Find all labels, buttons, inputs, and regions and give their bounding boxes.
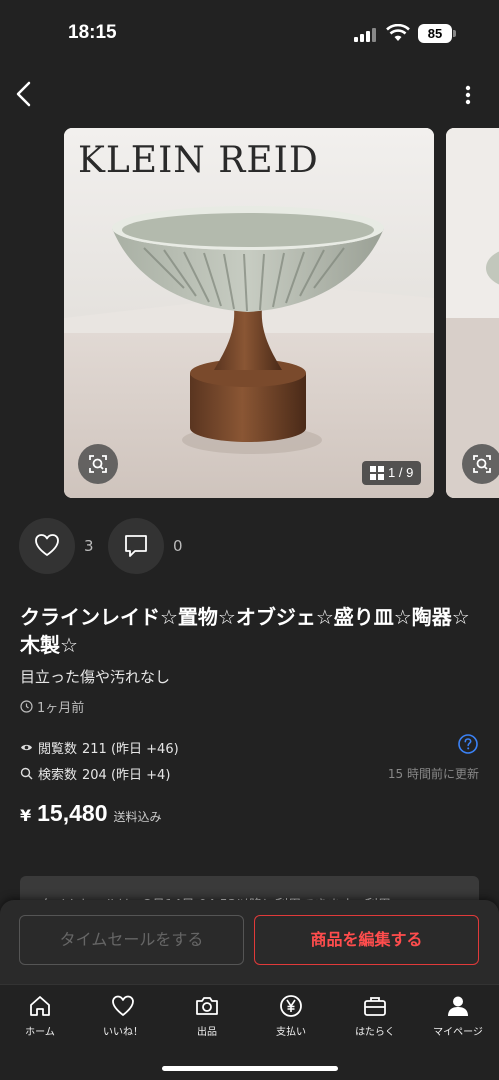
brand-watermark: KLEIN REID bbox=[78, 140, 319, 181]
shipping-included: 送料込み bbox=[113, 810, 162, 824]
eye-icon bbox=[21, 744, 32, 751]
comment-count: 0 bbox=[173, 537, 183, 555]
status-time: 18:15 bbox=[68, 22, 117, 43]
views-value: 211 (昨日 +46) bbox=[82, 742, 179, 757]
more-options-icon[interactable] bbox=[454, 80, 482, 110]
briefcase-icon bbox=[364, 997, 386, 1016]
view-count: 閲覧数 211 (昨日 +46) bbox=[20, 738, 179, 757]
help-icon[interactable] bbox=[458, 734, 478, 754]
image-search-icon bbox=[89, 455, 107, 473]
tab-work-label: はたらく bbox=[355, 1027, 395, 1038]
wifi-icon bbox=[386, 24, 410, 41]
tab-mypage[interactable]: マイページ bbox=[416, 993, 499, 1038]
person-icon bbox=[448, 996, 468, 1016]
camera-icon bbox=[196, 997, 218, 1015]
cellular-signal-icon bbox=[354, 28, 376, 42]
price-amount: 15,480 bbox=[37, 800, 108, 826]
back-arrow-icon[interactable] bbox=[10, 78, 40, 110]
image-carousel[interactable]: KLEIN REID 1 / 9 bbox=[0, 128, 499, 500]
views-label: 閲覧数 bbox=[38, 742, 78, 757]
comment-icon bbox=[125, 535, 147, 557]
updated-time: 15 時間前に更新 bbox=[387, 767, 479, 781]
price-currency: ¥ bbox=[20, 806, 32, 825]
tab-payment[interactable]: 支払い bbox=[249, 993, 333, 1038]
tab-likes[interactable]: いいね！ bbox=[81, 993, 165, 1038]
tab-sell-label: 出品 bbox=[197, 1027, 217, 1038]
tab-likes-label: いいね！ bbox=[103, 1027, 143, 1038]
product-condition: 目立った傷や汚れなし bbox=[20, 668, 171, 686]
tab-payment-label: 支払い bbox=[276, 1027, 306, 1038]
next-photo-illustration bbox=[446, 128, 499, 498]
search-count: 検索数 204 (昨日 +4) bbox=[20, 764, 170, 783]
grid-icon bbox=[370, 466, 384, 480]
tab-sell[interactable]: 出品 bbox=[165, 993, 249, 1038]
search-icon bbox=[20, 767, 33, 780]
home-icon bbox=[30, 996, 50, 1016]
product-title: クラインレイド☆置物☆オブジェ☆盛り皿☆陶器☆木製☆ bbox=[20, 605, 470, 657]
posted-time: 1ヶ月前 bbox=[20, 697, 84, 716]
posted-time-text: 1ヶ月前 bbox=[37, 701, 85, 716]
image-counter-text: 1 / 9 bbox=[388, 465, 414, 480]
clock-icon bbox=[20, 700, 33, 713]
comment-button[interactable] bbox=[108, 518, 164, 574]
image-search-icon bbox=[473, 455, 491, 473]
price-block: ¥ 15,480 送料込み bbox=[20, 800, 162, 827]
next-product-image[interactable] bbox=[446, 128, 499, 498]
product-image[interactable]: KLEIN REID 1 / 9 bbox=[64, 128, 434, 498]
search-value: 204 (昨日 +4) bbox=[82, 768, 171, 783]
image-search-button[interactable] bbox=[78, 444, 118, 484]
heart-icon bbox=[112, 995, 134, 1016]
edit-item-button[interactable]: 商品を編集する bbox=[254, 915, 479, 965]
status-bar: 18:15 85 bbox=[0, 0, 499, 64]
tab-mypage-label: マイページ bbox=[433, 1027, 483, 1038]
product-photo-illustration bbox=[64, 128, 434, 498]
tab-home[interactable]: ホーム bbox=[0, 993, 82, 1038]
like-button[interactable] bbox=[19, 518, 75, 574]
heart-icon bbox=[35, 534, 59, 556]
tab-home-label: ホーム bbox=[25, 1027, 55, 1038]
next-image-search-button[interactable] bbox=[462, 444, 499, 484]
battery-tip bbox=[453, 30, 456, 37]
search-label: 検索数 bbox=[38, 768, 78, 783]
like-count: 3 bbox=[84, 537, 94, 555]
action-bar: タイムセールをする 商品を編集する bbox=[0, 900, 499, 984]
yen-icon bbox=[280, 995, 302, 1017]
tab-work[interactable]: はたらく bbox=[333, 993, 417, 1038]
image-counter: 1 / 9 bbox=[362, 461, 422, 485]
home-indicator bbox=[162, 1066, 338, 1071]
time-sale-button[interactable]: タイムセールをする bbox=[19, 915, 244, 965]
battery-icon: 85 bbox=[418, 24, 452, 43]
